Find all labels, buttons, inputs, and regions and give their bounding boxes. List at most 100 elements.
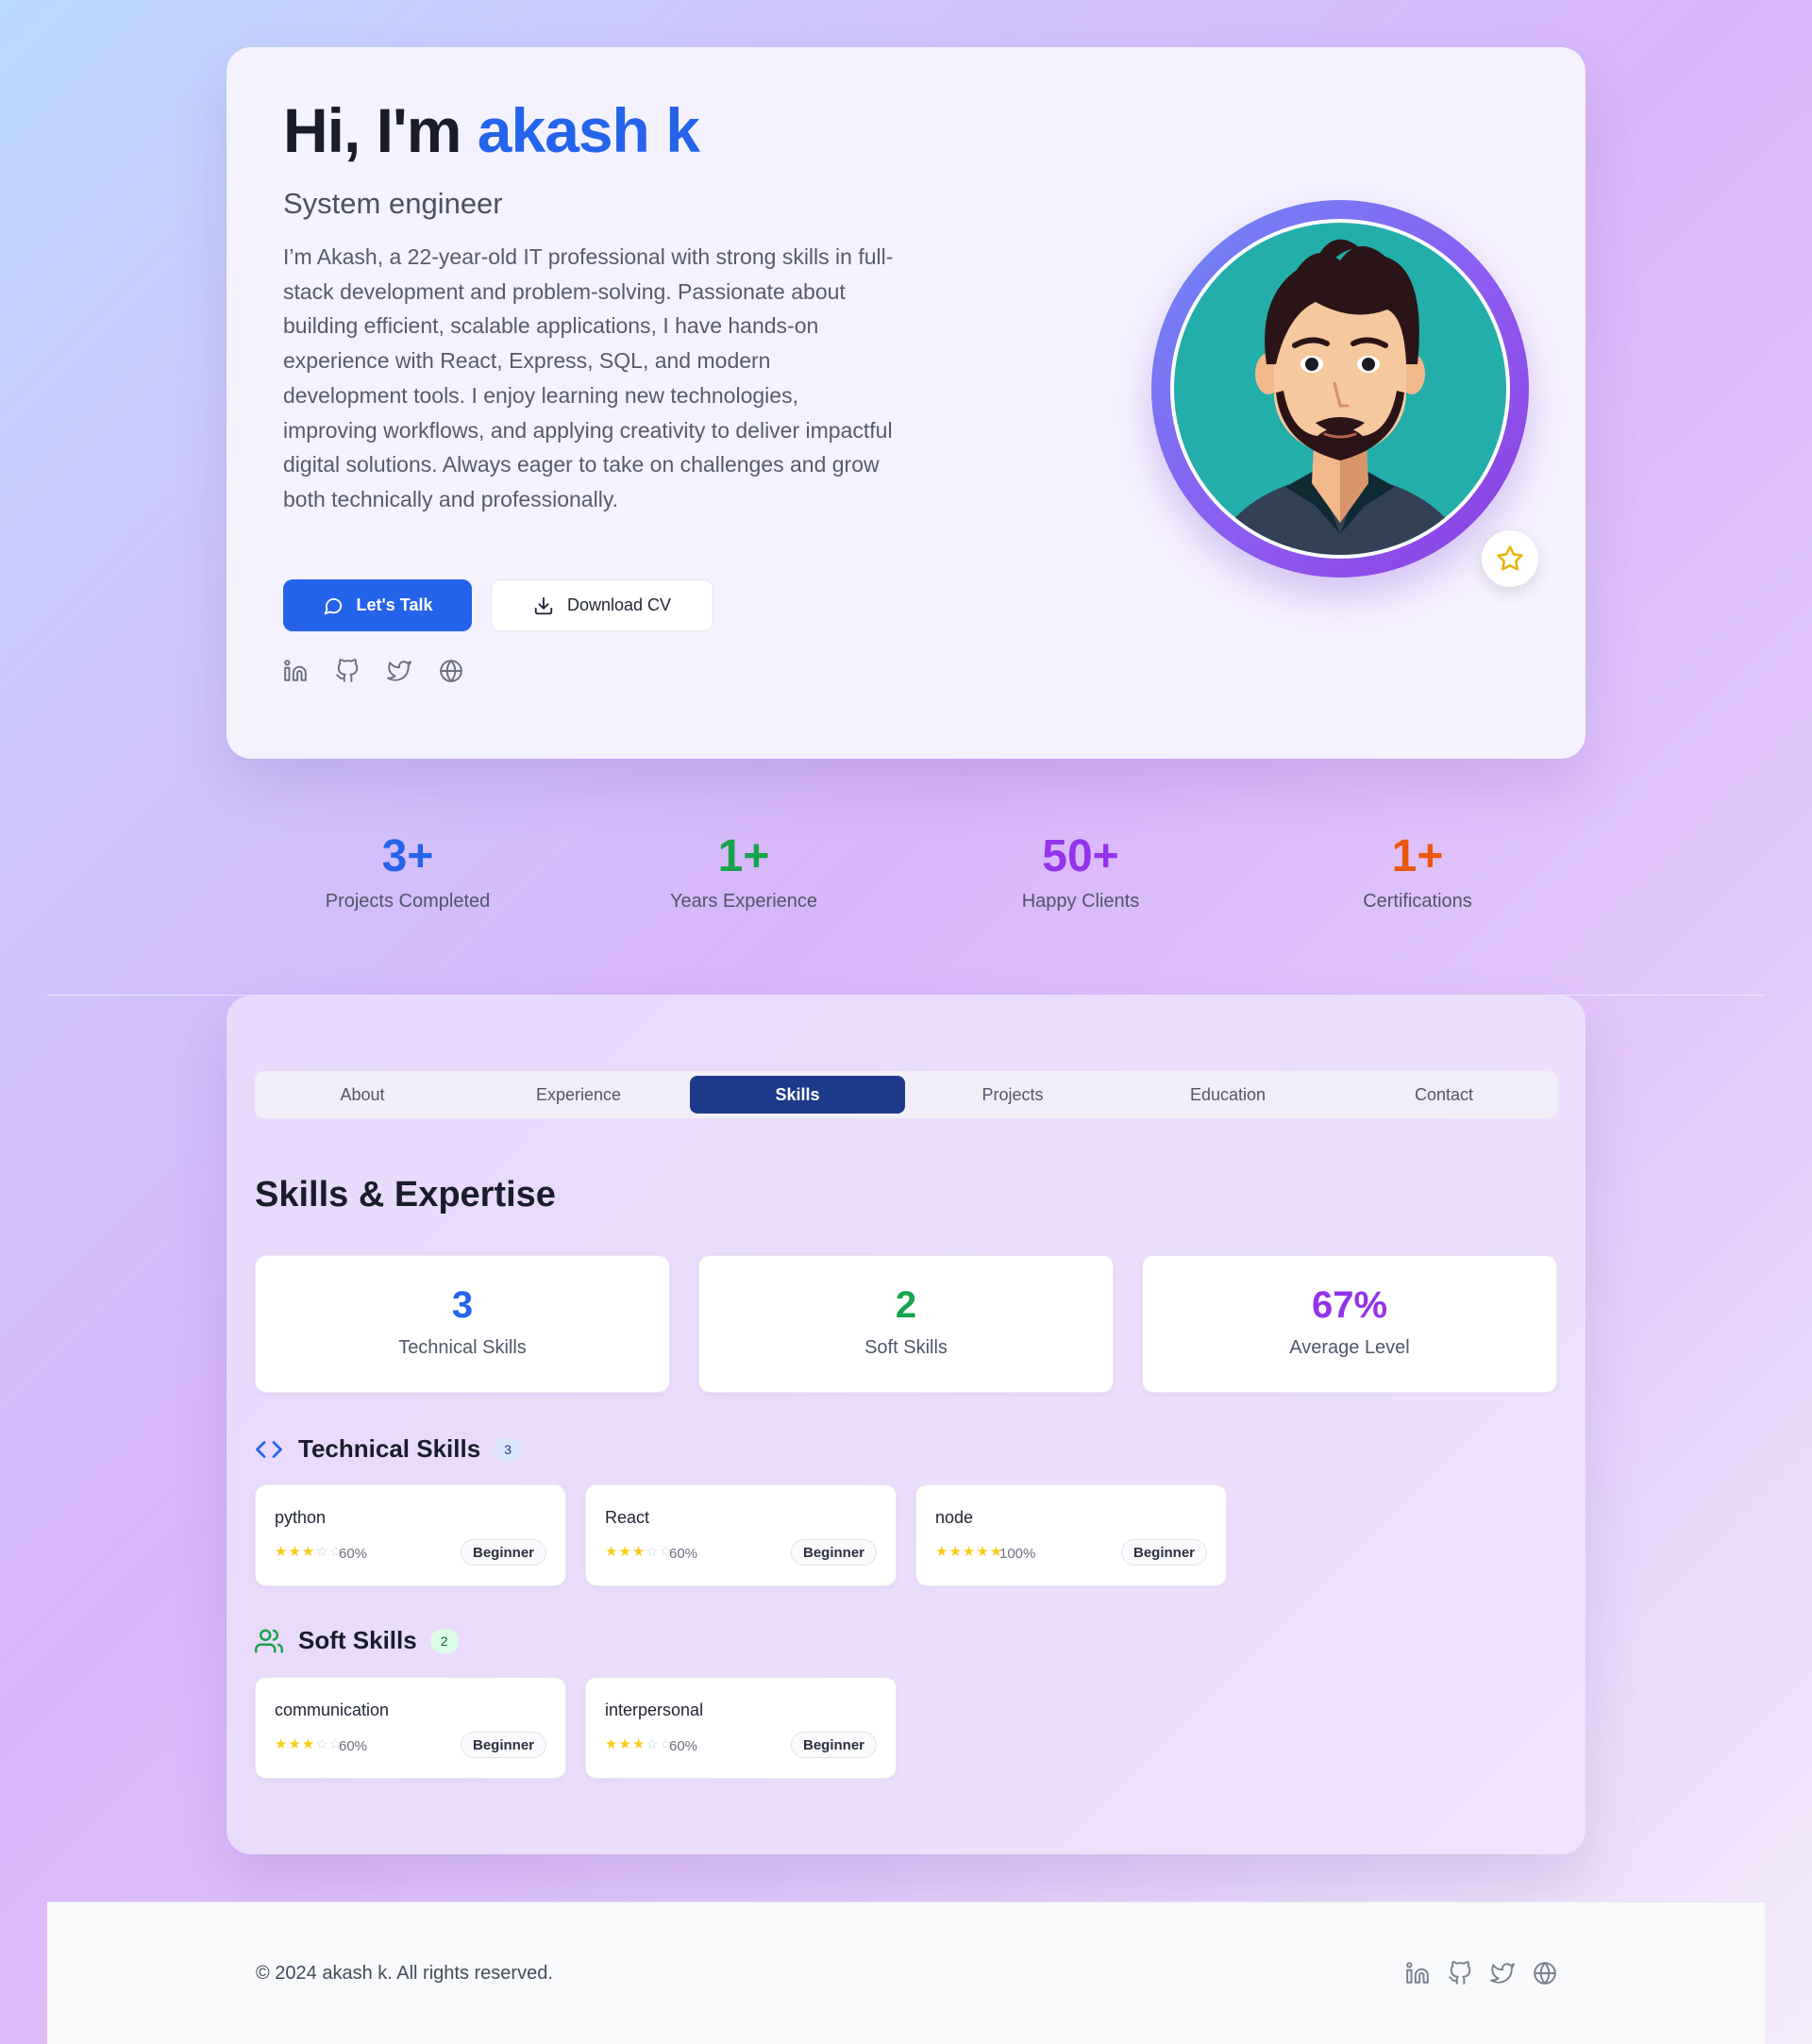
star-filled-icon: ★ (962, 1544, 976, 1560)
skill-level-badge: Beginner (790, 1732, 877, 1758)
skill-percent: 60% (669, 1546, 698, 1562)
star-filled-icon: ★ (288, 1736, 301, 1752)
stat-label: Years Experience (669, 891, 818, 912)
users-icon (255, 1629, 283, 1652)
star-filled-icon: ★ (288, 1544, 301, 1560)
twitter-icon[interactable] (1490, 1961, 1515, 1985)
avatar-frame (1170, 219, 1510, 559)
copyright-text: © 2024 akash k. All rights reserved. (256, 1963, 553, 1984)
summary-label: Soft Skills (864, 1337, 948, 1358)
stat-label: Happy Clients (1021, 891, 1140, 912)
skill-rating: ★ ★ ★ ☆ ☆ (275, 1544, 342, 1561)
linkedin-icon[interactable] (1405, 1961, 1430, 1985)
skill-card: React ★ ★ ★ ☆ ☆ 60% Beginner (585, 1484, 897, 1586)
technical-skills-header: Technical Skills 3 (255, 1434, 523, 1464)
hero-social-links (283, 659, 463, 683)
skill-card: communication ★ ★ ★ ☆ ☆ 60% Beginner (255, 1677, 566, 1779)
footer: © 2024 akash k. All rights reserved. (47, 1902, 1765, 2044)
star-empty-icon: ☆ (646, 1736, 659, 1752)
stat-projects: 3+ Projects Completed (266, 830, 549, 913)
github-icon[interactable] (1448, 1961, 1472, 1985)
tab-about[interactable]: About (255, 1076, 470, 1114)
technical-skills-count: 3 (494, 1436, 523, 1462)
skill-rating: ★ ★ ★ ☆ ☆ (605, 1544, 672, 1561)
star-empty-icon: ☆ (646, 1544, 659, 1560)
star-filled-icon: ★ (301, 1544, 315, 1560)
summary-technical: 3 Technical Skills (255, 1255, 670, 1393)
stat-value: 50+ (1042, 831, 1119, 881)
hero-title: Hi, I'm akash k (283, 94, 700, 166)
star-filled-icon: ★ (631, 1736, 646, 1752)
technical-skills-title: Technical Skills (298, 1434, 481, 1463)
skill-name: React (605, 1508, 650, 1527)
hero-card: Hi, I'm akash k System engineer I’m Akas… (226, 47, 1586, 759)
skills-title: Skills & Expertise (255, 1175, 556, 1215)
footer-social-links (1405, 1961, 1557, 1985)
hero-name: akash k (477, 95, 700, 165)
skill-card: interpersonal ★ ★ ★ ☆ ☆ 60% Beginner (585, 1677, 897, 1779)
twitter-icon[interactable] (387, 659, 411, 683)
stats-row: 3+ Projects Completed 1+ Years Experienc… (226, 830, 1586, 925)
avatar (1151, 200, 1529, 578)
linkedin-icon[interactable] (283, 659, 308, 683)
skill-percent: 60% (339, 1738, 368, 1754)
tab-skills[interactable]: Skills (690, 1076, 905, 1114)
star-icon (1497, 545, 1523, 571)
download-cv-button[interactable]: Download CV (491, 579, 713, 631)
summary-average: 67% Average Level (1142, 1255, 1557, 1393)
soft-skills-header: Soft Skills 2 (255, 1626, 459, 1655)
star-empty-icon: ☆ (315, 1736, 328, 1752)
download-icon (534, 596, 553, 614)
skill-level-badge: Beginner (1120, 1539, 1207, 1566)
stat-value: 3+ (381, 831, 434, 881)
skill-level-badge: Beginner (460, 1732, 546, 1758)
soft-skills-count: 2 (429, 1628, 459, 1653)
summary-value: 67% (1311, 1284, 1388, 1326)
star-filled-icon: ★ (605, 1736, 618, 1752)
skill-name: python (275, 1508, 327, 1527)
stat-clients: 50+ Happy Clients (939, 830, 1222, 913)
stat-value: 1+ (1391, 831, 1444, 881)
tab-projects[interactable]: Projects (905, 1076, 1120, 1114)
skill-percent: 100% (999, 1546, 1036, 1562)
tab-contact[interactable]: Contact (1336, 1076, 1552, 1114)
star-filled-icon: ★ (618, 1544, 631, 1560)
skill-rating: ★ ★ ★ ☆ ☆ (275, 1736, 342, 1753)
lets-talk-button[interactable]: Let's Talk (283, 579, 472, 631)
soft-skills-title: Soft Skills (298, 1626, 417, 1654)
tab-education[interactable]: Education (1120, 1076, 1335, 1114)
star-filled-icon: ★ (976, 1544, 989, 1560)
download-cv-label: Download CV (566, 595, 672, 614)
stat-experience: 1+ Years Experience (602, 830, 885, 913)
hero-description: I’m Akash, a 22-year-old IT professional… (283, 244, 894, 511)
summary-value: 3 (451, 1284, 474, 1326)
star-filled-icon: ★ (275, 1736, 288, 1752)
skill-card: node ★ ★ ★ ★ ★ 100% Beginner (915, 1484, 1227, 1586)
skill-percent: 60% (669, 1738, 698, 1754)
star-filled-icon: ★ (948, 1544, 962, 1560)
skill-rating: ★ ★ ★ ★ ★ (935, 1544, 1002, 1561)
skill-name: interpersonal (605, 1701, 704, 1719)
avatar-illustration (1174, 223, 1506, 555)
summary-label: Technical Skills (398, 1337, 527, 1358)
tab-bar: About Experience Skills Projects Educati… (255, 1071, 1557, 1118)
skill-card: python ★ ★ ★ ☆ ☆ 60% Beginner (255, 1484, 566, 1586)
skill-rating: ★ ★ ★ ☆ ☆ (605, 1736, 672, 1753)
content-panel: About Experience Skills Projects Educati… (226, 996, 1586, 1854)
stat-certifications: 1+ Certifications (1276, 830, 1559, 913)
star-filled-icon: ★ (605, 1544, 618, 1560)
stat-value: 1+ (717, 831, 770, 881)
tab-experience[interactable]: Experience (471, 1076, 686, 1114)
star-filled-icon: ★ (275, 1544, 288, 1560)
skill-percent: 60% (339, 1546, 368, 1562)
star-filled-icon: ★ (631, 1544, 646, 1560)
summary-soft: 2 Soft Skills (698, 1255, 1114, 1393)
globe-icon[interactable] (1533, 1961, 1557, 1985)
github-icon[interactable] (335, 659, 360, 683)
skill-level-badge: Beginner (790, 1539, 877, 1566)
skill-name: communication (275, 1701, 390, 1719)
star-filled-icon: ★ (618, 1736, 631, 1752)
summary-value: 2 (895, 1284, 917, 1326)
star-filled-icon: ★ (301, 1736, 315, 1752)
globe-icon[interactable] (439, 659, 463, 683)
